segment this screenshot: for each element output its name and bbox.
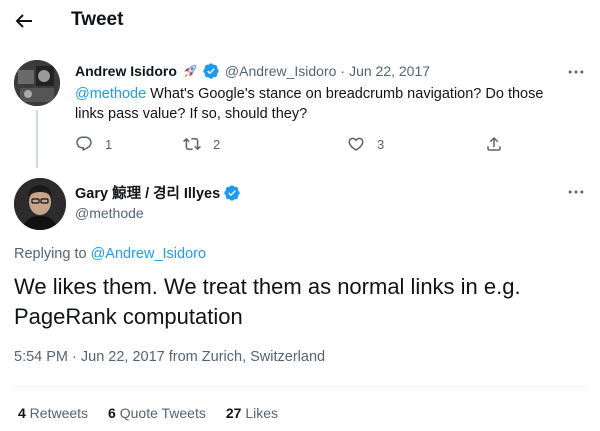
separator-dot: · [340,63,346,79]
tweet-text: We likes them. We treat them as normal l… [14,274,521,329]
verified-badge-icon [203,63,219,79]
reply-count: 1 [105,136,113,152]
thread-connector [36,110,38,168]
divider [14,386,586,387]
stat-count: 27 [225,405,242,421]
like-button[interactable]: 3 [347,135,384,153]
share-button[interactable] [485,135,503,153]
tweet-actions: 1 2 3 [75,135,515,159]
verified-badge-icon [224,184,240,201]
stat-count: 4 [18,405,26,421]
reply-icon [76,136,92,152]
page-title: Tweet [71,9,124,30]
retweet-count: 2 [213,136,221,152]
tweet-text: @methode What's Google's stance on bread… [75,84,575,124]
heart-icon [348,137,364,151]
mention-link[interactable]: @methode [75,86,146,102]
retweets-stat[interactable]: 4 Retweets [18,405,88,421]
more-options-icon[interactable] [566,182,586,202]
avatar[interactable] [14,60,60,106]
retweet-button[interactable]: 2 [183,135,220,153]
stat-label: Retweets [25,405,89,421]
avatar[interactable] [14,178,66,230]
reply-button[interactable]: 1 [75,135,112,153]
likes-stat[interactable]: 27 Likes [226,405,278,421]
rocket-icon [184,64,197,77]
replying-prefix: Replying to [14,246,91,262]
share-icon [487,136,501,151]
like-count: 3 [377,136,385,152]
replying-to-link[interactable]: @Andrew_Isidoro [91,246,206,262]
parent-tweet[interactable]: Andrew Isidoro @Andrew_Isidoro · Jun 22,… [0,52,600,168]
tweet-date[interactable]: Jun 22, 2017 [349,63,430,79]
arrow-left-icon[interactable] [12,9,36,33]
author-name[interactable]: Andrew Isidoro [75,63,177,79]
stat-label: Quote Tweets [115,405,206,421]
stat-count: 6 [108,405,116,421]
author-handle[interactable]: @methode [75,205,144,221]
author-handle[interactable]: @Andrew_Isidoro [225,63,337,79]
tweet-header: Gary 鯨理 / 경리 Illyes [75,182,241,203]
tweet-stats: 4 Retweets 6 Quote Tweets 27 Likes [18,405,298,421]
author-name[interactable]: Gary 鯨理 / 경리 Illyes [75,182,220,203]
page-header: Tweet [0,0,600,42]
tweet-body: What's Google's stance on breadcrumb nav… [75,86,544,122]
quote-tweets-stat[interactable]: 6 Quote Tweets [108,405,206,421]
stat-label: Likes [241,405,279,421]
replying-to-line: Replying to @Andrew_Isidoro [14,246,206,262]
more-options-icon[interactable] [566,62,586,82]
tweet-header: Andrew Isidoro @Andrew_Isidoro · Jun 22,… [75,62,430,80]
tweet-timestamp[interactable]: 5:54 PM · Jun 22, 2017 from Zurich, Swit… [14,349,325,365]
retweet-icon [183,137,201,151]
